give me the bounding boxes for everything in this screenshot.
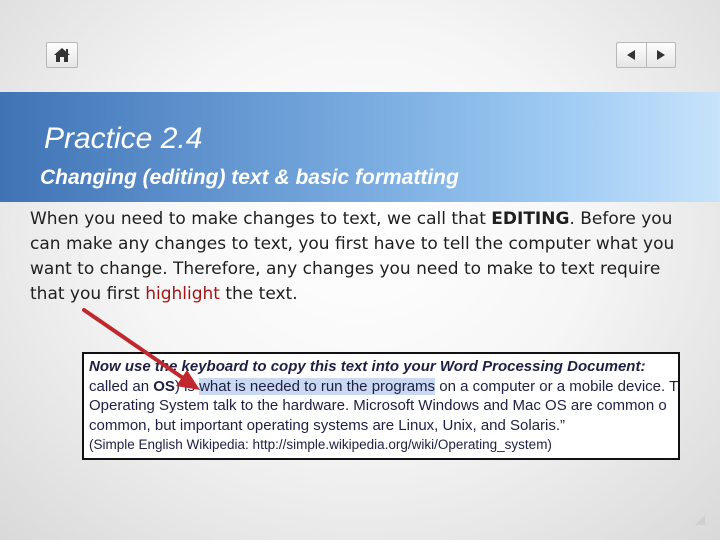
- previous-slide-button[interactable]: [617, 43, 646, 67]
- excerpt-line: Operating System talk to the hardware. M…: [89, 397, 667, 414]
- excerpt-citation: (Simple English Wikipedia: http://simple…: [89, 437, 552, 452]
- resize-corner-icon: [695, 515, 705, 525]
- excerpt-bold-os: OS: [153, 377, 175, 395]
- excerpt-text: ) is: [174, 377, 200, 395]
- slide-navigation: [616, 42, 676, 68]
- excerpt-line: called an OS) is what is needed to run t…: [89, 377, 678, 397]
- body-text-part: When you need to make changes to text, w…: [30, 209, 492, 229]
- slide-subtitle: Changing (editing) text & basic formatti…: [40, 166, 459, 189]
- highlight-word: highlight: [145, 284, 220, 304]
- excerpt-heading: Now use the keyboard to copy this text i…: [89, 358, 646, 375]
- triangle-right-icon: [656, 50, 665, 60]
- excerpt-text: on a computer or a mobile device. T: [435, 377, 679, 395]
- editing-emphasis: EDITING: [491, 209, 570, 229]
- home-button[interactable]: [46, 42, 78, 68]
- body-paragraph: When you need to make changes to text, w…: [30, 207, 690, 307]
- document-excerpt-screenshot: Now use the keyboard to copy this text i…: [82, 352, 680, 460]
- triangle-left-icon: [627, 50, 636, 60]
- slide-title: Practice 2.4: [44, 122, 203, 155]
- excerpt-text: called an: [89, 377, 154, 395]
- excerpt-line: common, but important operating systems …: [89, 416, 566, 434]
- home-icon: [54, 48, 70, 62]
- body-text-part: the text.: [219, 284, 298, 304]
- selected-text: what is needed to run the programs: [199, 377, 436, 395]
- next-slide-button[interactable]: [645, 43, 676, 67]
